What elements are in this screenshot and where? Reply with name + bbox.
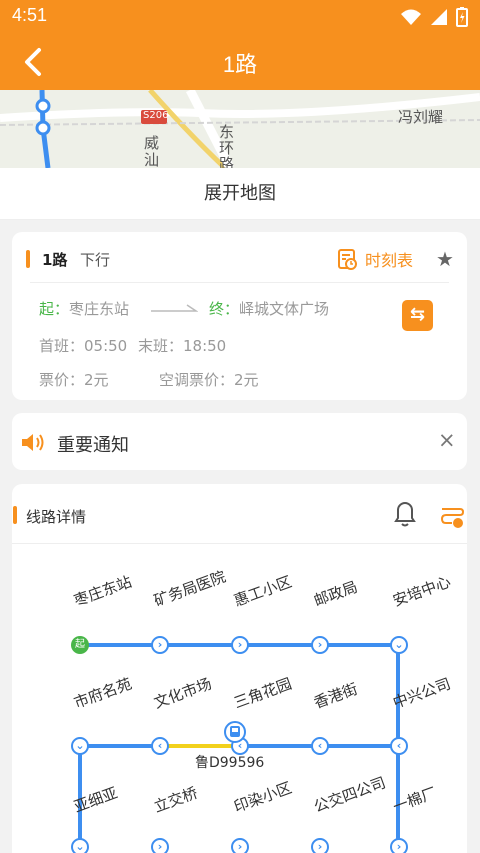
start-station: 起：枣庄东站 <box>39 298 129 319</box>
arrow-icon <box>151 304 198 312</box>
map-roads <box>0 90 480 168</box>
route-details-card: 线路详情 枣庄东站 矿务局医院 惠工小区 邮政局 安培中心 中兴公司 香港街 三… <box>12 484 467 853</box>
stop-node[interactable]: › <box>390 838 408 853</box>
first-bus-time: 首班：05:50 <box>39 337 128 355</box>
stop-node[interactable]: ‹ <box>390 737 408 755</box>
timetable-icon <box>338 248 357 270</box>
close-notice-icon[interactable]: × <box>438 428 456 452</box>
start-station-name: 枣庄东站 <box>69 300 130 318</box>
bus-plate: 鲁D99596 <box>195 755 265 771</box>
route-direction: 下行 <box>80 251 111 269</box>
status-bar: 4:51 <box>0 0 480 34</box>
bus-icon <box>224 721 246 743</box>
stop-node[interactable]: › <box>311 838 329 853</box>
route-info-card: 1路 下行 时刻表 ★ 起：枣庄东站 终：峄城文体广场 ⇆ 首班：05:50 末… <box>12 232 467 400</box>
signal-icon <box>431 9 447 25</box>
route-name: 1路 <box>42 251 68 269</box>
stop-node[interactable]: ‹ <box>311 737 329 755</box>
wifi-icon <box>401 9 421 25</box>
stop-node[interactable]: › <box>151 636 169 654</box>
speaker-icon <box>22 434 44 451</box>
notice-title: 重要通知 <box>57 435 129 456</box>
map-label: 冯刘耀 <box>398 108 444 126</box>
stop-node[interactable]: ⌄ <box>390 636 408 654</box>
swap-direction-button[interactable]: ⇆ <box>402 300 433 331</box>
notice-card[interactable]: 重要通知 × <box>12 413 467 470</box>
map-label: 路 <box>219 155 235 168</box>
end-station-name: 峄城文体广场 <box>239 300 330 318</box>
timetable-button[interactable]: 时刻表 <box>338 247 413 271</box>
stop-node[interactable]: › <box>231 636 249 654</box>
stop-node[interactable]: › <box>311 636 329 654</box>
stop-node[interactable]: ⌄ <box>71 838 89 853</box>
stop-node[interactable]: › <box>231 838 249 853</box>
card-divider <box>30 282 449 283</box>
fare: 票价：2元 <box>39 371 109 389</box>
favorite-star-icon[interactable]: ★ <box>436 247 454 271</box>
last-bus-time: 末班：18:50 <box>138 337 227 355</box>
timetable-label: 时刻表 <box>365 251 414 270</box>
map-preview[interactable]: S206 威 汕 东 环 路 冯刘耀 <box>0 90 480 168</box>
end-station: 终：峄城文体广场 <box>209 298 329 319</box>
map-label: 汕 <box>144 151 160 168</box>
stop-node[interactable]: ‹ <box>151 737 169 755</box>
status-time: 4:51 <box>12 5 48 25</box>
start-prefix: 起： <box>39 300 70 318</box>
stop-node[interactable]: ⌄ <box>71 737 89 755</box>
page-title: 1路 <box>222 52 258 77</box>
end-prefix: 终： <box>209 300 240 318</box>
battery-icon <box>456 7 468 27</box>
map-road-shield: S206 <box>143 110 169 121</box>
app-header: 1路 <box>0 34 480 90</box>
status-icons <box>400 7 468 27</box>
accent-bar <box>26 250 30 268</box>
start-node[interactable]: 起 <box>71 636 89 654</box>
expand-map-button[interactable]: 展开地图 <box>0 168 480 220</box>
stop-node[interactable]: › <box>151 838 169 853</box>
ac-fare: 空调票价：2元 <box>159 371 259 389</box>
